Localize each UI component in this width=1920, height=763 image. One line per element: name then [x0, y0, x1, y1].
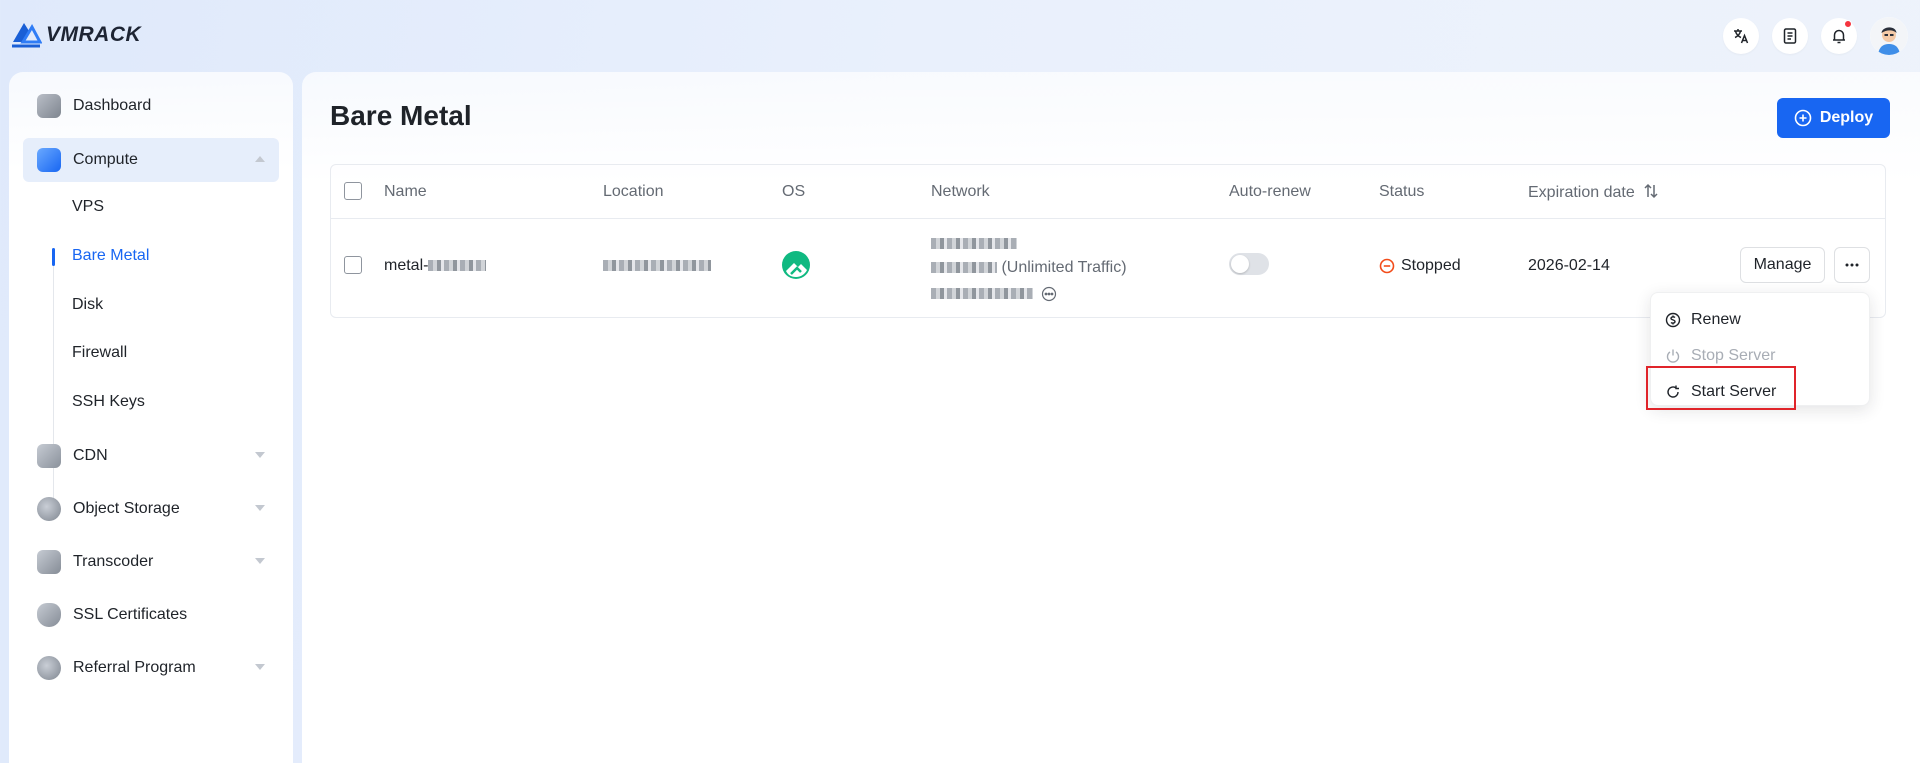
sidebar-subitem-bare-metal[interactable]: Bare Metal: [72, 236, 149, 276]
column-header-name: Name: [384, 183, 427, 200]
user-avatar-icon: [1870, 17, 1908, 55]
redacted-ip: [931, 288, 1033, 300]
traffic-label: (Unlimited Traffic): [1001, 259, 1127, 276]
stopped-icon: [1379, 258, 1395, 274]
sidebar: Dashboard Compute VPS Bare Metal Disk Fi…: [9, 72, 293, 763]
redacted-bandwidth: [931, 262, 997, 274]
compute-icon: [37, 148, 61, 172]
renew-icon: [1665, 312, 1681, 328]
column-header-os: OS: [782, 183, 806, 200]
column-header-status: Status: [1379, 183, 1425, 200]
documents-button[interactable]: [1772, 18, 1808, 54]
column-header-expiration[interactable]: Expiration date: [1528, 183, 1659, 202]
network-bandwidth: (Unlimited Traffic): [931, 259, 1127, 277]
bell-icon: [1833, 29, 1845, 44]
sidebar-item-cdn[interactable]: CDN: [23, 434, 279, 478]
select-all-checkbox[interactable]: [344, 182, 362, 200]
logo-text: VMRACK: [46, 23, 142, 46]
chevron-down-icon: [255, 558, 265, 564]
sidebar-item-label: Referral Program: [73, 659, 196, 676]
server-name[interactable]: metal-: [384, 257, 487, 275]
logo-mark-icon: [12, 23, 42, 48]
sidebar-item-label: Dashboard: [73, 97, 152, 114]
main-panel: Bare Metal Deploy Name Location OS Netwo…: [302, 72, 1920, 763]
table-header: Name Location OS Network Auto-renew Stat…: [331, 165, 1885, 219]
menu-item-renew[interactable]: Renew: [1665, 306, 1741, 334]
document-icon: [1783, 28, 1797, 44]
sidebar-item-label: SSL Certificates: [73, 606, 188, 623]
sidebar-subitem-label: SSH Keys: [72, 393, 145, 410]
expiration-date: 2026-02-14: [1528, 257, 1610, 274]
object-storage-icon: [37, 497, 61, 521]
plus-circle-icon: [1794, 109, 1812, 127]
dashboard-icon: [37, 94, 61, 118]
column-header-network: Network: [931, 183, 990, 200]
manage-button[interactable]: Manage: [1740, 247, 1825, 283]
server-name-text: metal-: [384, 257, 429, 274]
translate-icon: [1734, 29, 1749, 44]
more-actions-button[interactable]: [1834, 247, 1870, 283]
sidebar-item-transcoder[interactable]: Transcoder: [23, 540, 279, 584]
redacted-ip: [931, 238, 1017, 250]
sidebar-item-referral-program[interactable]: Referral Program: [23, 646, 279, 690]
sidebar-item-label: Compute: [73, 151, 138, 168]
auto-renew-toggle[interactable]: [1229, 253, 1269, 275]
chevron-down-icon: [255, 505, 265, 511]
sidebar-subitem-ssh-keys[interactable]: SSH Keys: [72, 382, 145, 422]
rocky-linux-icon: [782, 251, 810, 279]
sidebar-item-object-storage[interactable]: Object Storage: [23, 487, 279, 531]
sidebar-subitem-vps[interactable]: VPS: [72, 187, 104, 227]
sidebar-item-label: Transcoder: [73, 553, 154, 570]
deploy-button[interactable]: Deploy: [1777, 98, 1890, 138]
status-text: Stopped: [1401, 257, 1461, 274]
sort-icon: [1644, 183, 1658, 199]
server-location: [603, 257, 711, 275]
network-ip-secondary: [931, 285, 1057, 303]
page-title: Bare Metal: [330, 100, 472, 131]
sidebar-item-ssl-certificates[interactable]: SSL Certificates: [23, 593, 279, 637]
menu-item-label: Stop Server: [1691, 347, 1776, 364]
row-checkbox[interactable]: [344, 256, 362, 274]
notification-dot: [1844, 20, 1852, 28]
sidebar-subitem-firewall[interactable]: Firewall: [72, 333, 127, 373]
ssl-icon: [37, 603, 61, 627]
sidebar-item-label: Object Storage: [73, 500, 180, 517]
column-header-location: Location: [603, 183, 664, 200]
logo[interactable]: VMRACK: [10, 20, 141, 50]
menu-item-label: Renew: [1691, 311, 1741, 328]
sidebar-subitem-label: VPS: [72, 198, 105, 215]
manage-button-label: Manage: [1753, 256, 1812, 273]
transcoder-icon: [37, 550, 61, 574]
redacted-location: [603, 260, 711, 272]
more-horizontal-icon: [1845, 263, 1859, 267]
start-server-highlight: [1646, 366, 1796, 410]
more-ips-icon[interactable]: [1041, 286, 1057, 302]
column-header-expiration-label: Expiration date: [1528, 184, 1635, 201]
os-logo: [782, 251, 810, 284]
referral-icon: [37, 656, 61, 680]
language-button[interactable]: [1723, 18, 1759, 54]
notifications-button[interactable]: [1821, 18, 1857, 54]
sidebar-subitem-label: Firewall: [72, 344, 128, 361]
redacted-name: [428, 260, 487, 272]
top-bar: VMRACK: [0, 0, 1920, 68]
network-ip-primary: [931, 235, 1017, 253]
cdn-icon: [37, 444, 61, 468]
column-header-auto-renew: Auto-renew: [1229, 183, 1311, 200]
sidebar-subitem-label: Disk: [72, 296, 104, 313]
chevron-up-icon: [255, 156, 265, 162]
sidebar-subitem-disk[interactable]: Disk: [72, 285, 103, 325]
sidebar-item-dashboard[interactable]: Dashboard: [23, 84, 279, 128]
avatar[interactable]: [1870, 17, 1908, 55]
status-badge: Stopped: [1379, 257, 1461, 275]
chevron-down-icon: [255, 452, 265, 458]
chevron-down-icon: [255, 664, 265, 670]
power-icon: [1666, 349, 1680, 363]
deploy-button-label: Deploy: [1819, 109, 1874, 126]
sidebar-item-label: CDN: [73, 447, 108, 464]
header-actions: [1723, 17, 1908, 55]
sidebar-item-compute[interactable]: Compute: [23, 138, 279, 182]
active-submenu-marker: [52, 248, 55, 266]
sidebar-subitem-label: Bare Metal: [72, 247, 150, 264]
